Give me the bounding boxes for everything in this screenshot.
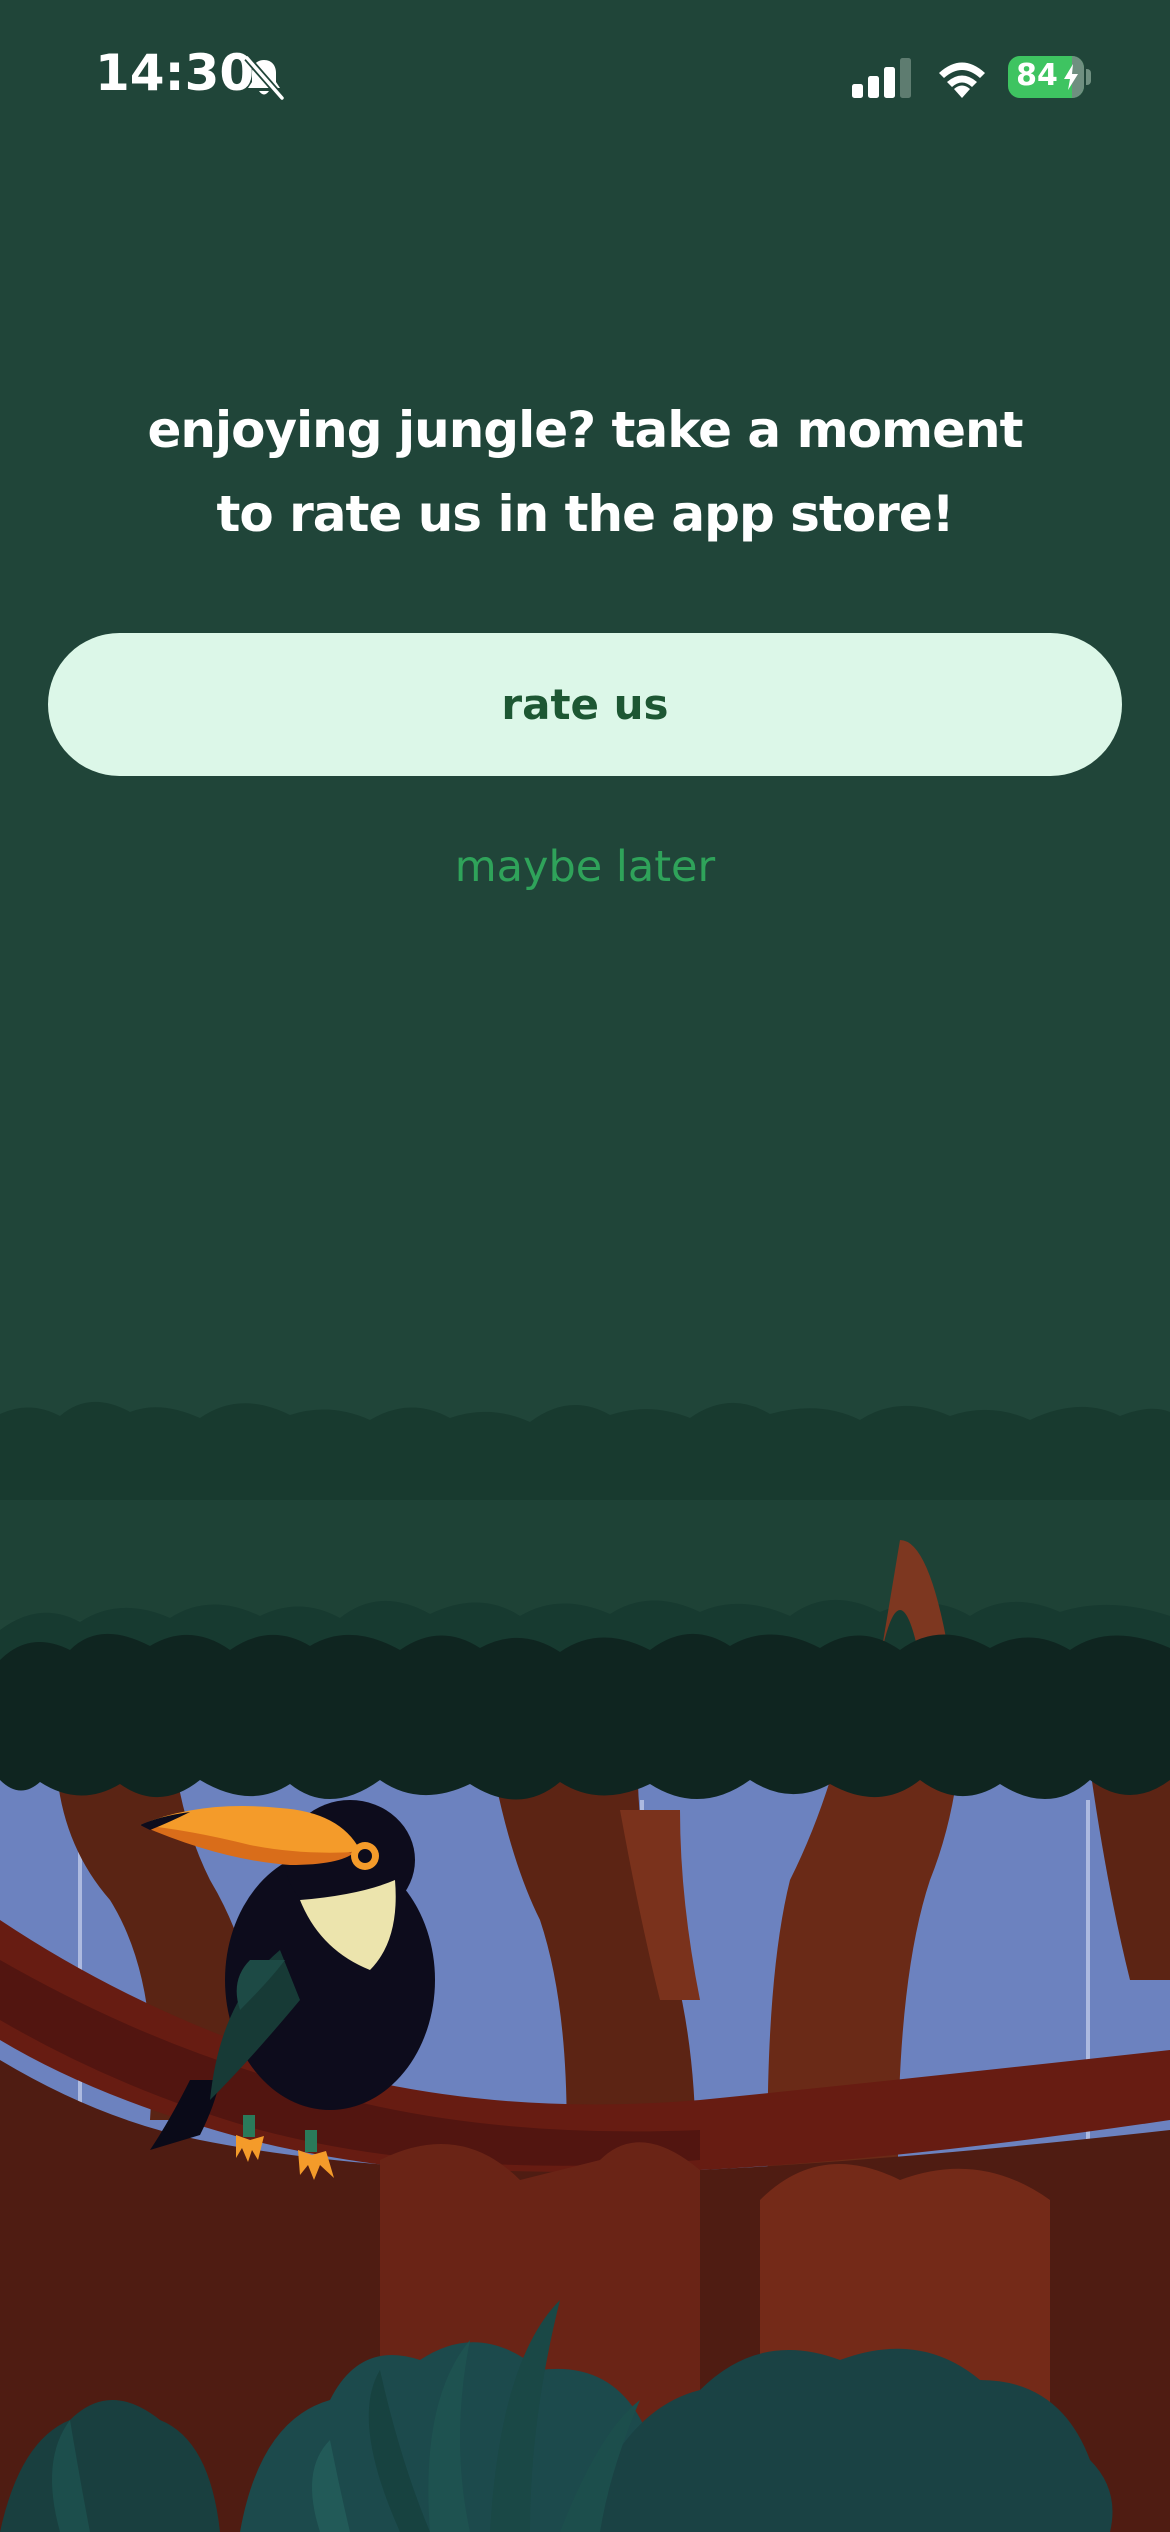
rate-app-screen: 14:30 84 enjoying jungle? take a moment … [0, 0, 1170, 2532]
bell-slash-icon [244, 55, 285, 101]
rate-prompt: enjoying jungle? take a moment to rate u… [100, 388, 1070, 556]
signal-icon [852, 58, 911, 98]
battery-percent: 84 [1016, 58, 1058, 93]
battery-icon: 84 [1008, 56, 1091, 98]
maybe-later-link[interactable]: maybe later [385, 842, 785, 892]
battery-level: 84 [1008, 56, 1084, 98]
wifi-icon [939, 62, 985, 98]
jungle-toucan-illustration [0, 1401, 1170, 2532]
bolt-icon [1064, 64, 1078, 90]
status-bar: 14:30 84 [0, 0, 1170, 150]
rate-us-button[interactable]: rate us [48, 633, 1122, 776]
prompt-line-2: to rate us in the app store! [216, 485, 954, 543]
prompt-line-1: enjoying jungle? take a moment [147, 401, 1023, 459]
status-time: 14:30 [95, 44, 255, 102]
